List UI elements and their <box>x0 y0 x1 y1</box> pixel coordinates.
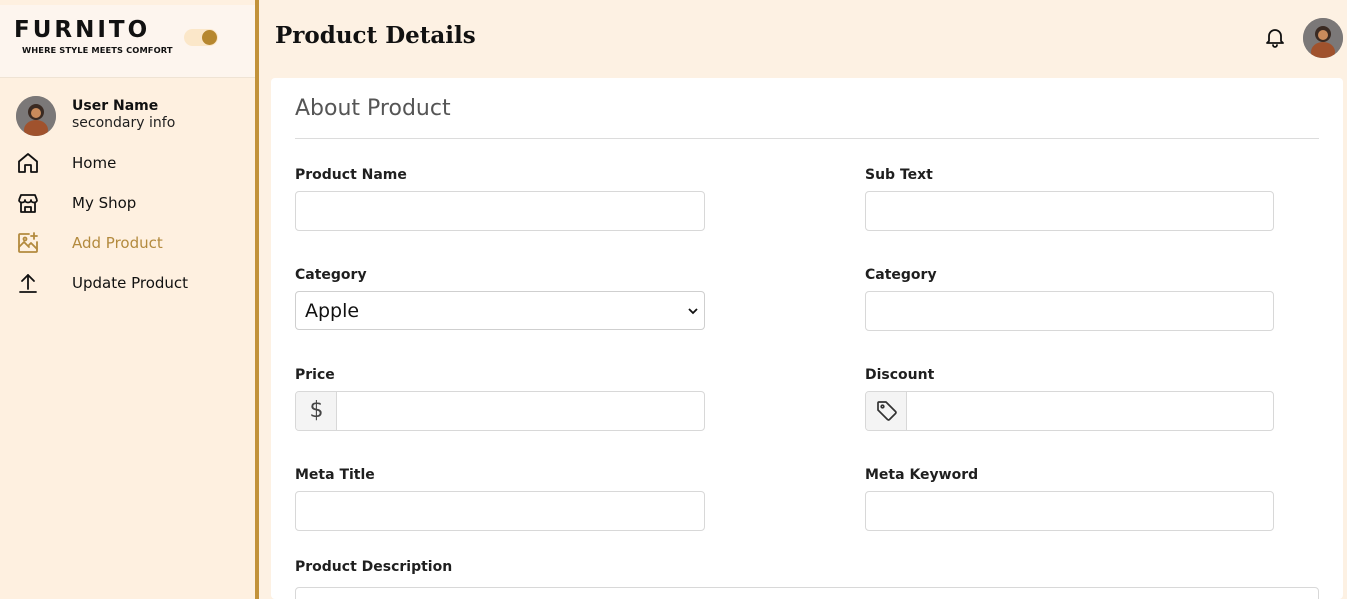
section-divider <box>295 138 1319 139</box>
toggle-knob <box>202 30 217 45</box>
header-avatar[interactable] <box>1303 18 1343 58</box>
price-label: Price <box>295 367 335 383</box>
sidebar: FURNITO WHERE STYLE MEETS COMFORT User N… <box>0 0 255 599</box>
product-description-label: Product Description <box>295 559 453 575</box>
sub-text-label: Sub Text <box>865 167 933 183</box>
category-select-label: Category <box>295 267 367 283</box>
sidebar-divider <box>255 0 259 599</box>
logo-tagline: WHERE STYLE MEETS COMFORT <box>22 45 173 55</box>
discount-addon <box>866 392 907 430</box>
sidebar-item-label: Home <box>72 154 117 172</box>
category-text-label: Category <box>865 267 937 283</box>
tag-icon <box>877 401 897 421</box>
page-title: Product Details <box>275 22 476 49</box>
sidebar-item-label: My Shop <box>72 194 137 212</box>
logo[interactable]: FURNITO WHERE STYLE MEETS COMFORT <box>14 18 173 55</box>
sub-text-input[interactable] <box>865 191 1274 231</box>
category-text-input[interactable] <box>865 291 1274 331</box>
price-addon: $ <box>296 392 337 430</box>
sidebar-item-label: Update Product <box>72 274 189 292</box>
discount-label: Discount <box>865 367 935 383</box>
sidebar-item-label: Add Product <box>72 234 163 252</box>
meta-keyword-input[interactable] <box>865 491 1274 531</box>
section-title: About Product <box>295 96 451 121</box>
product-name-label: Product Name <box>295 167 407 183</box>
product-name-input[interactable] <box>295 191 705 231</box>
category-select-value: Apple <box>305 300 360 322</box>
user-secondary-info: secondary info <box>72 115 176 131</box>
bell-icon[interactable] <box>1263 25 1287 49</box>
sidebar-item-add-product[interactable]: Add Product <box>16 228 246 258</box>
avatar <box>16 96 56 136</box>
theme-toggle[interactable] <box>184 29 218 46</box>
meta-keyword-label: Meta Keyword <box>865 467 979 483</box>
add-image-icon <box>18 232 38 253</box>
top-header: Product Details <box>259 5 1347 70</box>
sidebar-item-update-product[interactable]: Update Product <box>16 268 246 298</box>
dollar-icon: $ <box>309 398 324 423</box>
brand-bar: FURNITO WHERE STYLE MEETS COMFORT <box>0 5 255 78</box>
product-description-textarea[interactable] <box>295 587 1319 599</box>
meta-title-label: Meta Title <box>295 467 375 483</box>
user-profile[interactable]: User Name secondary info <box>16 96 246 136</box>
price-input-group[interactable]: $ <box>295 391 705 431</box>
sidebar-item-home[interactable]: Home <box>16 148 246 178</box>
sidebar-item-my-shop[interactable]: My Shop <box>16 188 246 218</box>
chevron-down-icon <box>688 308 698 315</box>
upload-icon <box>19 274 37 293</box>
meta-title-input[interactable] <box>295 491 705 531</box>
home-icon <box>18 153 38 173</box>
category-select[interactable]: Apple <box>295 291 705 330</box>
user-name: User Name <box>72 98 159 114</box>
logo-text: FURNITO <box>14 17 151 43</box>
shop-icon <box>18 194 38 213</box>
discount-input-group[interactable] <box>865 391 1274 431</box>
product-form-card: About Product Product Name Sub Text Cate… <box>271 78 1343 599</box>
